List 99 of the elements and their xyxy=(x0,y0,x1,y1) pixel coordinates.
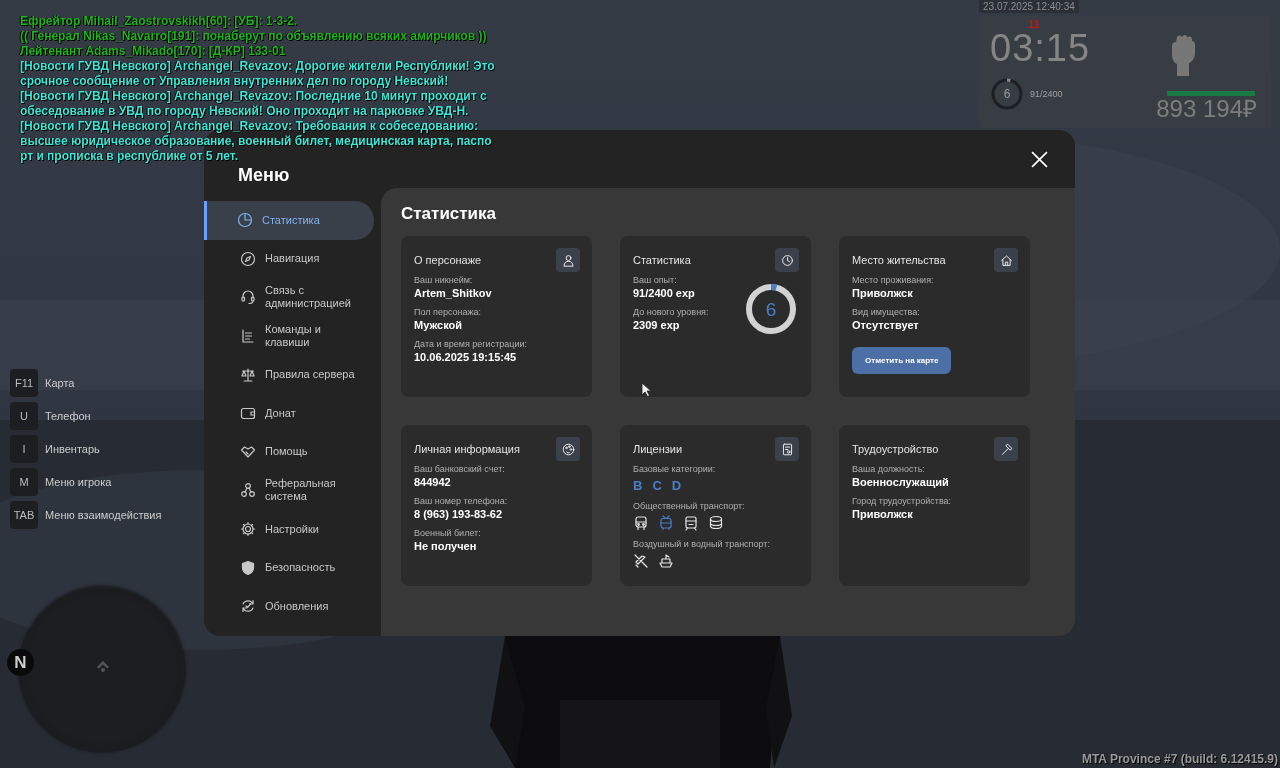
chat-message: [Новости ГУВД Невского] Archangel_Revazov: Последние 10 минут проходит с xyxy=(20,89,488,104)
sidebar-item[interactable]: Помощь xyxy=(204,432,374,472)
field-value: 91/2400 exp xyxy=(633,287,695,299)
section-label: Базовые категории: xyxy=(633,464,716,474)
field-value: Приволжск xyxy=(852,287,913,299)
handshake-icon xyxy=(240,443,256,460)
sidebar-item[interactable]: Реферальная система xyxy=(204,471,374,510)
field-label: Дата и время регистрации: xyxy=(414,339,527,349)
key-cap: TAB xyxy=(10,501,38,529)
house-icon xyxy=(999,253,1013,267)
key-cap: M xyxy=(10,468,38,496)
field-value: 10.06.2025 19:15:45 xyxy=(414,351,517,363)
field-label: Ваш опыт: xyxy=(633,275,677,285)
sidebar-item[interactable]: Обновления xyxy=(204,586,374,626)
chat-message: [Новости ГУВД Невского] Archangel_Revazov: Дорогие жители Республики! Это xyxy=(20,59,495,74)
field-value: 2309 exp xyxy=(633,319,680,331)
certificate-icon xyxy=(780,442,794,456)
field-value: Приволжск xyxy=(852,508,913,520)
close-icon xyxy=(1031,150,1048,168)
sidebar-item[interactable]: Настройки xyxy=(204,509,374,549)
compass-icon xyxy=(240,250,256,267)
field-label: Пол персонажа: xyxy=(414,307,482,317)
license-category: B xyxy=(633,478,643,493)
key-hint-label: Меню игрока xyxy=(45,476,112,488)
player-arrow-icon xyxy=(95,659,111,673)
field-label: До нового уровня: xyxy=(633,307,709,317)
card-title: О персонаже xyxy=(414,254,482,266)
chat-message: [Новости ГУВД Невского] Archangel_Revazov: Требования к собеседованию: xyxy=(20,119,480,134)
field-label: Ваш никнейм: xyxy=(414,275,473,285)
level-number: 6 xyxy=(1003,88,1011,100)
card-title: Лицензии xyxy=(633,443,683,455)
nodes-icon xyxy=(240,482,256,499)
license-category: C xyxy=(652,478,662,493)
hammer-icon xyxy=(999,442,1013,456)
level-donut xyxy=(744,282,798,336)
wanted-count: 11 xyxy=(1028,19,1041,29)
chat-message: Лейтенант Adams_Mikado[170]: [Д-КР] 133-01 xyxy=(20,44,287,59)
field-label: Место проживания: xyxy=(852,275,934,285)
field-label: Ваш номер телефона: xyxy=(414,496,508,506)
field-value: Военнослужащий xyxy=(852,476,949,488)
card-title: Личная информация xyxy=(414,443,520,455)
level-number: 6 xyxy=(765,299,777,319)
settings-icon xyxy=(240,521,256,538)
sidebar-item[interactable]: Связь с администрацией xyxy=(204,278,374,317)
field-value: Artem_Shitkov xyxy=(414,287,492,299)
chat-message: Ефрейтор Mihail_Zaostrovskikh[60]: [УБ]: 1-3-2. xyxy=(20,14,299,29)
sidebar-item[interactable]: Правила сервера xyxy=(204,355,374,394)
wallet-icon xyxy=(240,405,256,422)
chat-message: обеседование в УВД по городу Невский! Оно проходит на парковке УВД-Н. xyxy=(20,104,470,119)
key-hint-label: Карта xyxy=(45,377,75,389)
key-hint-label: Инвентарь xyxy=(45,443,100,455)
card-title: Трудоустройство xyxy=(852,443,939,455)
field-label: Город трудоустройства: xyxy=(852,496,952,506)
card-title: Место жительства xyxy=(852,254,946,266)
clock-time: 03:15 xyxy=(990,29,1091,67)
person-icon xyxy=(561,253,575,267)
field-label: Вид имущества: xyxy=(852,307,920,317)
key-cap: F11 xyxy=(10,369,38,397)
section-label: Воздушный и водный транспорт: xyxy=(633,539,770,549)
field-label: Ваш банковский счет: xyxy=(414,464,505,474)
chat-message: рт и прописка в республике от 5 лет. xyxy=(20,149,239,164)
menu-title: Меню xyxy=(238,165,290,186)
field-label: Военный билет: xyxy=(414,528,481,538)
field-value: Отсутствует xyxy=(852,319,919,331)
section-label: Общественный транспорт: xyxy=(633,501,745,511)
key-cap: U xyxy=(10,402,38,430)
refresh-icon xyxy=(240,598,256,615)
clock-icon xyxy=(780,253,794,267)
sidebar-item[interactable]: Безопасность xyxy=(204,548,374,587)
chat-message: высшее юридическое образование, военный билет, медицинская карта, паспо xyxy=(20,134,493,149)
field-label: Ваша должность: xyxy=(852,464,925,474)
scales-icon xyxy=(240,366,256,383)
document-icon xyxy=(240,328,256,345)
sidebar-item[interactable]: Статистика xyxy=(204,201,374,240)
mark-on-map-button[interactable]: Отметить на карте xyxy=(852,347,952,374)
key-cap: I xyxy=(10,435,38,463)
sidebar-item[interactable]: Навигация xyxy=(204,239,374,279)
key-hint-label: Меню взаимодействия xyxy=(45,509,162,521)
field-value: 844942 xyxy=(414,476,451,488)
money-amount: 893 194₽ xyxy=(1156,96,1257,122)
pie-chart-icon xyxy=(237,212,253,229)
license-category: D xyxy=(671,478,682,493)
date-time: 23.07.2025 12:40:34 xyxy=(979,0,1079,13)
chat-message: срочное сообщение от Управления внутренних дел по городу Невский! xyxy=(20,74,450,89)
field-value: Не получен xyxy=(414,540,477,552)
chat-message: (( Генерал Nikas_Navarro[191]: понаберут по объявлению всяких амирчиков )) xyxy=(20,29,488,44)
sidebar-item[interactable]: Команды и клавиши xyxy=(204,316,374,356)
field-value: 8 (963) 193-83-62 xyxy=(414,508,503,520)
field-value: Мужской xyxy=(414,319,463,331)
xp-count: 91/2400 xyxy=(1030,89,1063,99)
page-title: Статистика xyxy=(401,204,498,224)
level-ring xyxy=(990,77,1024,111)
sidebar-item[interactable]: Донат xyxy=(204,393,374,433)
palette-icon xyxy=(561,442,575,456)
build-version: MTA Province #7 (build: 6.12415.9) xyxy=(1081,752,1278,766)
headset-icon xyxy=(240,289,256,306)
card-title: Статистика xyxy=(633,254,691,266)
shield-icon xyxy=(240,559,256,576)
key-hint-label: Телефон xyxy=(45,410,91,422)
